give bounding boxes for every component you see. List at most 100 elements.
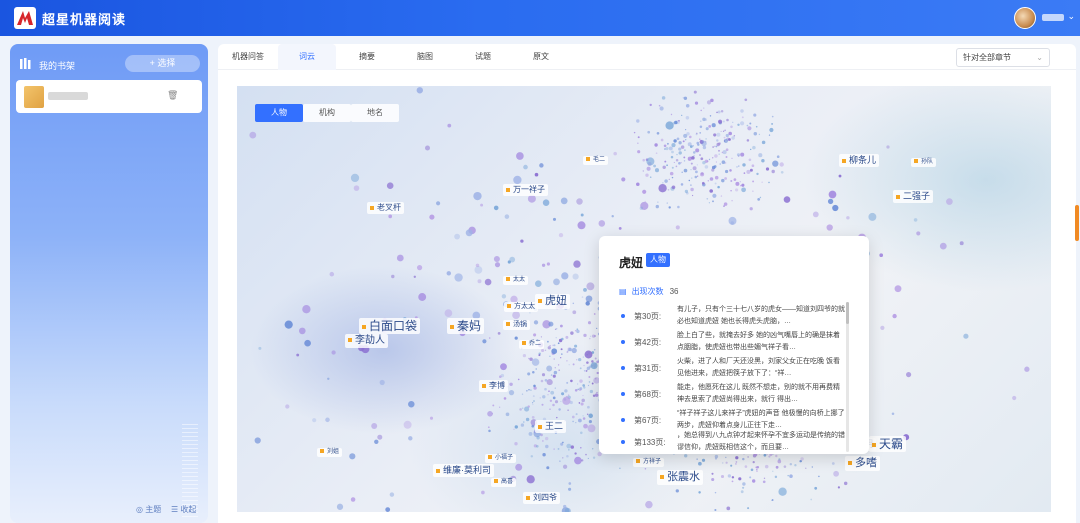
occurrence-item[interactable]: 第133页: ，她总得到八九点钟才起来怀孕不宜多运动是传统的错 谬信仰，虎妞既相… (619, 430, 845, 452)
scatter-dot (503, 397, 507, 400)
scatter-dot (454, 273, 463, 282)
scatter-dot (550, 374, 553, 376)
occurrence-item[interactable]: 第42页: 脸上白了些，就掩去好多 她的凶气嘴唇上的确是抹着点胭脂，使虎妞也带出… (619, 330, 845, 356)
scatter-dot (558, 232, 564, 238)
scatter-dot (593, 348, 596, 351)
scatter-dot (488, 337, 491, 339)
scatter-dot (713, 133, 717, 137)
scatter-dot (424, 145, 431, 151)
word-cloud-term[interactable]: 孙队 (911, 158, 937, 168)
scatter-dot (685, 139, 687, 141)
word-cloud-term[interactable]: 多嗜 (845, 456, 880, 472)
word-cloud-term[interactable]: 汤锅 (503, 320, 530, 331)
word-cloud-term[interactable]: 王二 (535, 420, 567, 433)
word-cloud-term[interactable]: 张震水 (657, 470, 703, 486)
scatter-dot (613, 151, 617, 156)
tab-mindmap[interactable]: 脑图 (396, 44, 454, 70)
tab-wordcloud[interactable]: 词云 (278, 44, 336, 70)
scatter-dot (737, 123, 740, 127)
scatter-dot (532, 395, 535, 398)
bullet-icon (621, 314, 625, 318)
word-cloud-term[interactable]: 白面口袋 (359, 318, 421, 335)
scatter-dot (582, 395, 584, 397)
user-avatar[interactable] (1014, 7, 1036, 29)
word-cloud-term[interactable]: 维廉·莫利司 (433, 464, 494, 477)
filter-person[interactable]: 人物 (255, 104, 303, 122)
scatter-dot (687, 157, 691, 161)
book-item[interactable]: 🗑 (16, 80, 202, 113)
filter-organization[interactable]: 机构 (303, 104, 351, 122)
scatter-dot (1024, 366, 1030, 372)
scatter-dot (509, 382, 513, 387)
scatter-dot (302, 305, 311, 314)
scatter-dot (716, 139, 719, 142)
scatter-dot (740, 121, 745, 126)
scatter-dot (686, 132, 690, 136)
word-cloud-term[interactable]: 太太 (503, 276, 529, 286)
tab-quiz[interactable]: 试题 (454, 44, 512, 70)
trash-icon[interactable]: 🗑 (167, 90, 178, 101)
scatter-dot (731, 157, 733, 159)
word-cloud-term[interactable]: 李劼人 (345, 334, 388, 348)
filter-place[interactable]: 地名 (351, 104, 399, 122)
scatter-dot (690, 156, 692, 159)
scatter-dot (906, 372, 912, 378)
word-cloud-term[interactable]: 刘姐 (317, 448, 343, 458)
chapter-scope-select[interactable]: 针对全部章节 ⌄ (956, 48, 1050, 67)
word-cloud-term[interactable]: 方祥子 (633, 458, 665, 468)
page-scrollbar-thumb[interactable] (1075, 205, 1079, 241)
occurrence-item[interactable]: 第68页: 能走，他愿死在这儿 既然不想走，别的就不用再费精神去思索了虎妞尚得出… (619, 382, 845, 408)
collapse-button[interactable]: ☰ 收起 (171, 504, 196, 515)
user-name[interactable] (1042, 14, 1064, 21)
word-cloud-term[interactable]: 毛二 (583, 156, 609, 166)
scatter-dot (682, 140, 685, 143)
scatter-dot (693, 90, 697, 94)
occurrence-item[interactable]: 第31页: 火柴，进了人和厂天还没黑，刘家父女正在吃晚 饭看见他进来，虎妞把筷子… (619, 356, 845, 382)
scatter-dot (507, 260, 511, 264)
word-cloud-term[interactable]: 秦妈 (447, 318, 485, 335)
scatter-dot (733, 135, 736, 137)
scatter-dot (529, 312, 531, 314)
scatter-dot (649, 176, 652, 178)
scatter-dot (561, 353, 563, 355)
occurrence-item[interactable]: 第30页: 有儿子，只有个三十七八岁的虎女——知道刘四爷的就必也知道虎妞 她也长… (619, 304, 845, 330)
word-cloud-term[interactable]: 天霸 (869, 436, 907, 453)
scatter-dot (740, 490, 744, 494)
word-cloud-term[interactable]: 柳条儿 (839, 154, 880, 167)
scatter-dot (664, 160, 667, 163)
chevron-down-icon[interactable]: ⌄ (1067, 11, 1075, 22)
scatter-dot (749, 122, 752, 125)
scatter-dot (689, 135, 692, 139)
scatter-dot (642, 170, 645, 172)
entity-detail-popup: 虎妞 人物 ▤ 出现次数 36 第30页: 有儿子，只有个三十七八岁的虎女——知道刘… (599, 236, 869, 454)
scatter-dot (774, 475, 778, 479)
word-cloud-term[interactable]: 刘四爷 (523, 492, 560, 504)
word-cloud-term[interactable]: 二强子 (893, 190, 934, 203)
scatter-dot (585, 453, 587, 456)
scatter-dot (481, 490, 485, 495)
word-cloud-term[interactable]: 老叉杆 (367, 202, 404, 214)
word-cloud-term[interactable]: 万一祥子 (503, 184, 548, 196)
tab-original[interactable]: 原文 (512, 44, 570, 70)
word-cloud-term[interactable]: 乔二 (519, 340, 545, 350)
bullet-icon (621, 440, 625, 444)
scatter-dot (749, 148, 752, 151)
scatter-dot (724, 129, 726, 132)
scatter-dot (722, 120, 725, 123)
word-cloud-term[interactable]: 小福子 (485, 454, 517, 464)
popup-scrollbar[interactable] (846, 302, 849, 452)
word-cloud-term[interactable]: 高喜 (491, 478, 517, 488)
tab-summary[interactable]: 摘要 (338, 44, 396, 70)
occurrence-page: 第30页: (634, 312, 662, 321)
word-cloud-term[interactable]: 虎妞 (535, 294, 570, 310)
tab-qa[interactable]: 机器问答 (222, 44, 274, 70)
scatter-dot (572, 273, 579, 280)
scatter-dot (585, 370, 588, 372)
select-button[interactable]: + 选择 (125, 55, 200, 72)
word-cloud-term[interactable]: 方太太 (504, 302, 538, 313)
popup-scrollbar-thumb[interactable] (846, 302, 849, 324)
scatter-dot (720, 130, 722, 132)
theme-button[interactable]: ◎ 主题 (136, 504, 161, 515)
word-cloud-term[interactable]: 李博 (479, 380, 508, 392)
scatter-dot (696, 164, 698, 166)
